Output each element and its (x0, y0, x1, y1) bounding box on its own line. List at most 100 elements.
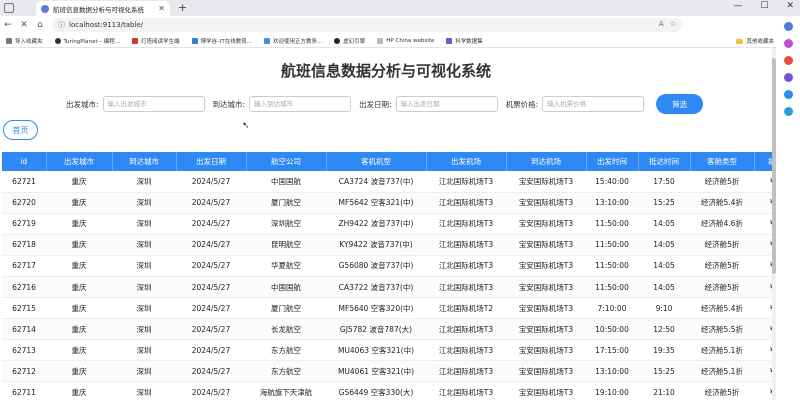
page-icon (377, 37, 384, 44)
bookmark-item[interactable]: TuringPlanet – 编程... (54, 37, 120, 45)
table-row[interactable]: 62716 重庆 深圳 2024/5/27 中国国航 CA3722 波音737(中) 江北国… (2, 276, 772, 299)
bookmark-label: 博学谷–IT在线教育... (200, 38, 253, 45)
tab-close-icon[interactable]: ✕ (158, 4, 165, 13)
bookmarks-bar: 导入收藏夹 TuringPlanet – 编程... 灯塔阅读学生端 博学谷–I… (0, 34, 800, 48)
bookmark-item[interactable]: HP China website (377, 37, 434, 44)
table-row[interactable]: 62717 重庆 深圳 2024/5/27 华夏航空 G56080 波音737(中) 江北国… (2, 255, 772, 277)
filter-button[interactable]: 筛选 (656, 94, 704, 114)
bookmark-item[interactable]: 欢迎使用正方教务... (264, 37, 322, 45)
table-row[interactable]: 62714 重庆 深圳 2024/5/27 长龙航空 GJ5782 波音787(大) 江北国… (2, 318, 772, 341)
table-cell: 15:40:00 (586, 171, 638, 193)
table-cell: 2024/5/27 (176, 276, 246, 299)
table-row[interactable]: 62713 重庆 深圳 2024/5/27 东方航空 MU4063 空客321(中) 江北国… (2, 339, 772, 362)
price-input[interactable] (542, 96, 645, 112)
unreal-icon (334, 37, 341, 44)
table-cell: 东方航空 (246, 360, 326, 383)
edge-drop-icon[interactable] (783, 107, 793, 116)
table-cell: 2024/5/27 (176, 213, 246, 235)
tools-icon[interactable] (783, 56, 793, 65)
bookmark-item[interactable]: 博学谷–IT在线教育... (191, 37, 253, 45)
table-cell: 62720 (2, 192, 46, 214)
table-cell: CA3724 波音737(中) (326, 171, 426, 193)
table-row[interactable]: 62711 重庆 深圳 2024/5/27 海航旗下天津航 GS6449 空客330(大)… (2, 381, 772, 400)
table-cell: 江北国际机场T3 (426, 276, 506, 299)
table-row[interactable]: 62720 重庆 深圳 2024/5/27 厦门航空 MF5642 空客321(中) 江北国… (2, 192, 772, 214)
table-cell: 经济舱5折 (690, 234, 754, 256)
table-cell: 华夏航空 (246, 255, 326, 277)
table-cell: ¥1,150 (754, 276, 772, 299)
table-cell: ZH9422 波音737(中) (326, 213, 426, 235)
favorite-star-icon[interactable]: ☆ (670, 20, 676, 28)
table-row[interactable]: 62718 重庆 深圳 2024/5/27 昆明航空 KY9422 波音737(中) 江北国… (2, 234, 772, 256)
table-cell: 江北国际机场T3 (426, 318, 506, 341)
site-info-icon[interactable]: ⓘ (58, 20, 65, 30)
home-button[interactable]: 首页 (3, 120, 38, 140)
bookmark-label: 灯塔阅读学生端 (141, 38, 180, 45)
table-cell: 宝安国际机场T3 (506, 192, 586, 214)
home-icon[interactable]: ⌂ (32, 20, 48, 30)
table-cell: 江北国际机场T3 (426, 381, 506, 400)
table-cell: 江北国际机场T3 (426, 360, 506, 383)
search-icon[interactable] (783, 22, 793, 31)
table-cell: 7:10:00 (586, 297, 638, 320)
table-cell: 宝安国际机场T3 (506, 318, 586, 341)
table-cell: 宝安国际机场T3 (506, 276, 586, 299)
table-row[interactable]: 62719 重庆 深圳 2024/5/27 深圳航空 ZH9422 波音737(中) 江北国… (2, 213, 772, 235)
browser-tab-strip: 航班信息数据分析与可视化系统 ✕ + — ☐ ✕ (0, 0, 800, 16)
table-cell: 62721 (2, 171, 46, 193)
table-cell: 11:50:00 (586, 234, 638, 256)
table-cell: MF5642 空客321(中) (326, 192, 426, 214)
table-row[interactable]: 62721 重庆 深圳 2024/5/27 中国国航 CA3724 波音737(中) 江北国… (2, 171, 772, 193)
table-cell: 19:35 (638, 339, 690, 362)
column-header: 到达城市 (112, 152, 177, 171)
table-row[interactable]: 62715 重庆 深圳 2024/5/27 厦门航空 MF5640 空客320(中) 江北国… (2, 297, 772, 320)
games-icon[interactable] (783, 73, 793, 82)
table-cell: ¥1,060 (754, 381, 772, 400)
tab-actions-icon[interactable] (4, 3, 14, 13)
depart-date-input[interactable] (395, 96, 498, 112)
stop-icon[interactable]: ✕ (16, 20, 32, 30)
table-cell: 11:50:00 (586, 276, 638, 299)
close-window-icon[interactable]: ✕ (786, 1, 794, 11)
column-header: 出发时间 (586, 152, 639, 171)
dest-city-input[interactable] (249, 96, 352, 112)
table-cell: ¥1,150 (754, 213, 772, 235)
origin-city-input[interactable] (102, 96, 205, 112)
table-cell: 中国国航 (246, 276, 326, 299)
other-bookmarks[interactable]: 其他收藏夹 (736, 37, 774, 45)
mouse-cursor-icon: ➷ (242, 121, 250, 131)
table-cell: 21:10 (638, 381, 690, 400)
tab-favicon-icon (41, 4, 49, 13)
table-cell: 2024/5/27 (176, 297, 246, 320)
new-tab-button[interactable]: + (178, 1, 187, 14)
browser-tab-active[interactable]: 航班信息数据分析与可视化系统 ✕ (36, 1, 170, 16)
maximize-icon[interactable]: ☐ (760, 1, 768, 11)
table-cell: 重庆 (46, 171, 112, 193)
table-cell: 江北国际机场T3 (426, 192, 506, 214)
table-cell: 深圳 (112, 297, 176, 320)
table-cell: 17:50 (638, 171, 690, 193)
bookmark-item[interactable]: 灯塔阅读学生端 (132, 37, 180, 45)
table-cell: 2024/5/27 (176, 381, 246, 400)
table-cell: GJ5782 波音787(大) (326, 318, 426, 341)
table-cell: 宝安国际机场T3 (506, 381, 586, 400)
page-title: 航班信息数据分析与可视化系统 (280, 62, 491, 80)
bookmark-item[interactable]: 科学数据集 (446, 37, 483, 45)
url-field[interactable]: ⓘ localhost:9113/table/ A ☆ (52, 18, 682, 32)
back-icon[interactable]: ← (0, 20, 16, 30)
outlook-icon[interactable] (783, 90, 793, 99)
column-header: 客舱类型 (690, 152, 755, 171)
read-aloud-icon[interactable]: A (659, 20, 664, 28)
minimize-icon[interactable]: — (733, 1, 742, 11)
table-cell: 15:25 (638, 192, 690, 214)
bookmark-item[interactable]: 导入收藏夹 (6, 37, 43, 45)
shopping-icon[interactable] (783, 39, 793, 48)
bookmark-item[interactable]: 虚幻引擎 (334, 37, 365, 45)
table-cell: CA3722 波音737(中) (326, 276, 426, 299)
table-row[interactable]: 62712 重庆 深圳 2024/5/27 东方航空 MU4061 空客321(中) 江北国… (2, 360, 772, 383)
table-cell: 经济舱5.4折 (690, 192, 754, 214)
table-cell: 经济舱4.6折 (690, 213, 754, 235)
table-cell: 重庆 (46, 339, 112, 362)
column-header: 到达机场 (506, 152, 587, 171)
table-cell: 长龙航空 (246, 318, 326, 341)
